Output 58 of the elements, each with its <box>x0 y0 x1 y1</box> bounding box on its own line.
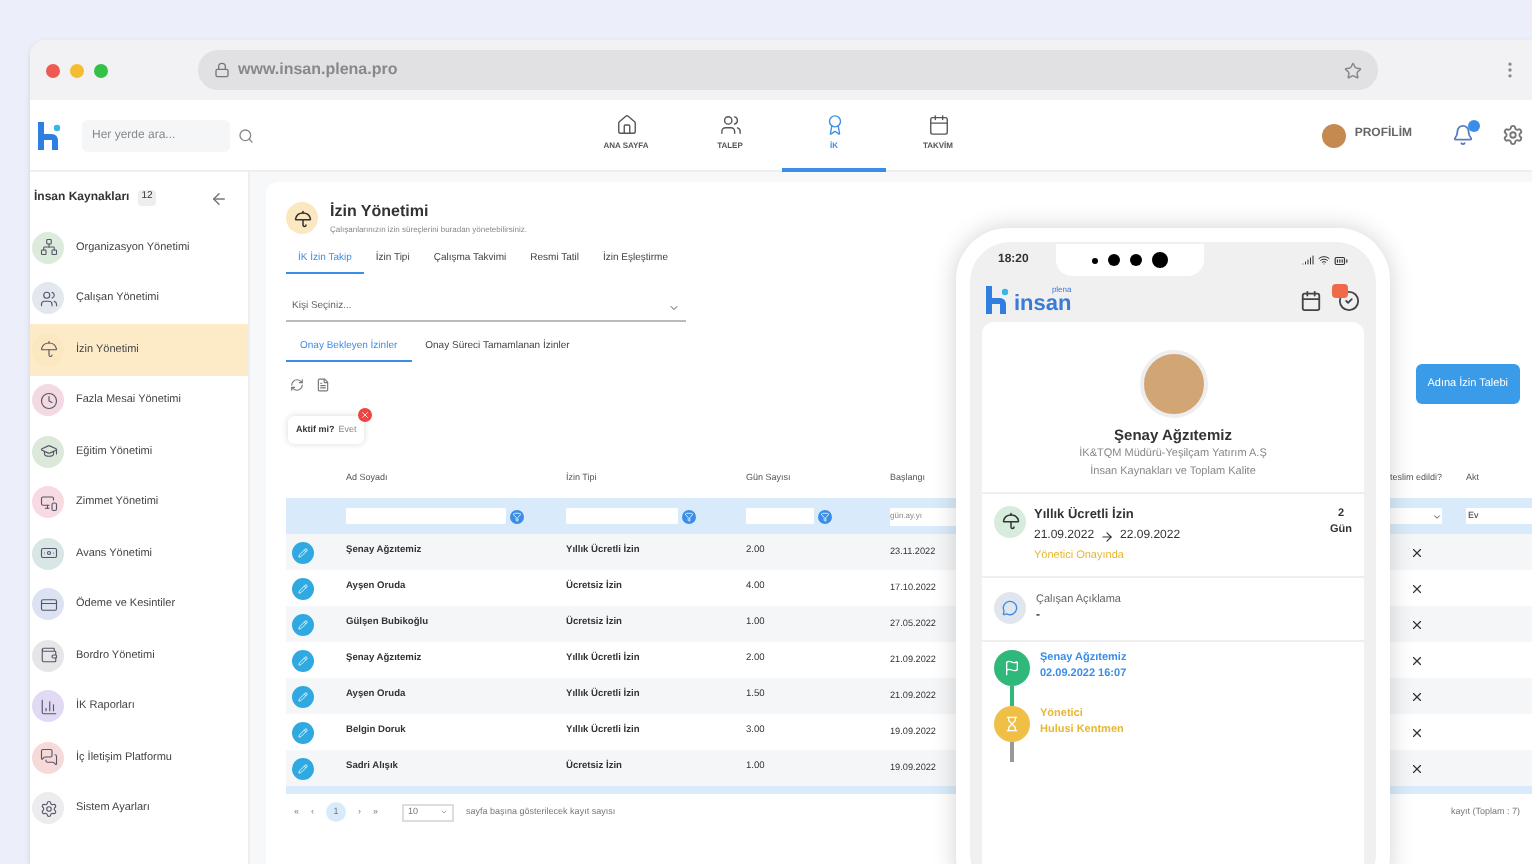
edit-button[interactable] <box>292 721 314 743</box>
umbrella-icon <box>994 505 1026 538</box>
edit-button[interactable] <box>292 541 314 563</box>
calendar-icon[interactable] <box>1300 289 1322 311</box>
filter-input[interactable] <box>346 508 506 524</box>
caret-icon <box>668 301 680 313</box>
signal-icon <box>1302 253 1314 265</box>
avatar <box>1322 123 1347 147</box>
remove-filter-icon[interactable] <box>358 408 373 422</box>
bell-icon[interactable] <box>1452 124 1474 146</box>
cross-icon <box>1410 653 1424 667</box>
filter-icon[interactable] <box>682 509 696 523</box>
speech-bubble-icon <box>994 592 1026 625</box>
pencil-icon <box>298 583 308 593</box>
filter-input[interactable] <box>566 508 678 524</box>
logo-icon <box>38 121 62 149</box>
edit-button[interactable] <box>292 685 314 707</box>
approval-check-icon[interactable] <box>1338 289 1360 311</box>
cross-icon <box>1410 689 1424 703</box>
refresh-icon[interactable] <box>290 377 304 391</box>
bookmark-star-icon[interactable] <box>1344 61 1362 79</box>
nav-icon <box>719 114 741 136</box>
logo-icon <box>986 286 1010 314</box>
cross-icon <box>1410 725 1424 739</box>
nav-icon <box>615 114 637 136</box>
edit-button[interactable] <box>292 757 314 779</box>
nav-icon <box>823 114 845 136</box>
page-title: İzin Yönetimi <box>330 200 431 224</box>
pencil-icon <box>298 547 308 557</box>
cross-icon <box>1410 545 1424 559</box>
export-document-icon[interactable] <box>316 377 330 391</box>
search-icon[interactable] <box>238 127 254 143</box>
wifi-icon <box>1318 253 1330 265</box>
back-arrow-icon[interactable] <box>210 189 228 207</box>
edit-button[interactable] <box>292 577 314 599</box>
number-filter-input[interactable] <box>746 508 814 524</box>
lock-icon <box>214 62 230 78</box>
edit-button[interactable] <box>292 613 314 635</box>
umbrella-icon <box>286 202 318 234</box>
avatar <box>1139 350 1207 418</box>
pencil-icon <box>298 763 308 773</box>
logo-text: insan <box>1014 293 1072 315</box>
pencil-icon <box>298 655 308 665</box>
cross-icon <box>1410 617 1424 631</box>
arrow-icon <box>1100 529 1115 543</box>
pencil-icon <box>298 691 308 701</box>
cross-icon <box>1410 761 1424 775</box>
pencil-icon <box>298 619 308 629</box>
pencil-icon <box>298 727 308 737</box>
caret-icon <box>1432 511 1442 521</box>
url-text: www.insan.plena.pro <box>238 58 398 82</box>
nav-icon <box>927 114 949 136</box>
edit-button[interactable] <box>292 649 314 671</box>
battery-icon <box>1334 253 1348 267</box>
filter-icon[interactable] <box>510 509 524 523</box>
filter-icon[interactable] <box>818 509 832 523</box>
cross-icon <box>1410 581 1424 595</box>
settings-icon[interactable] <box>1502 124 1524 146</box>
